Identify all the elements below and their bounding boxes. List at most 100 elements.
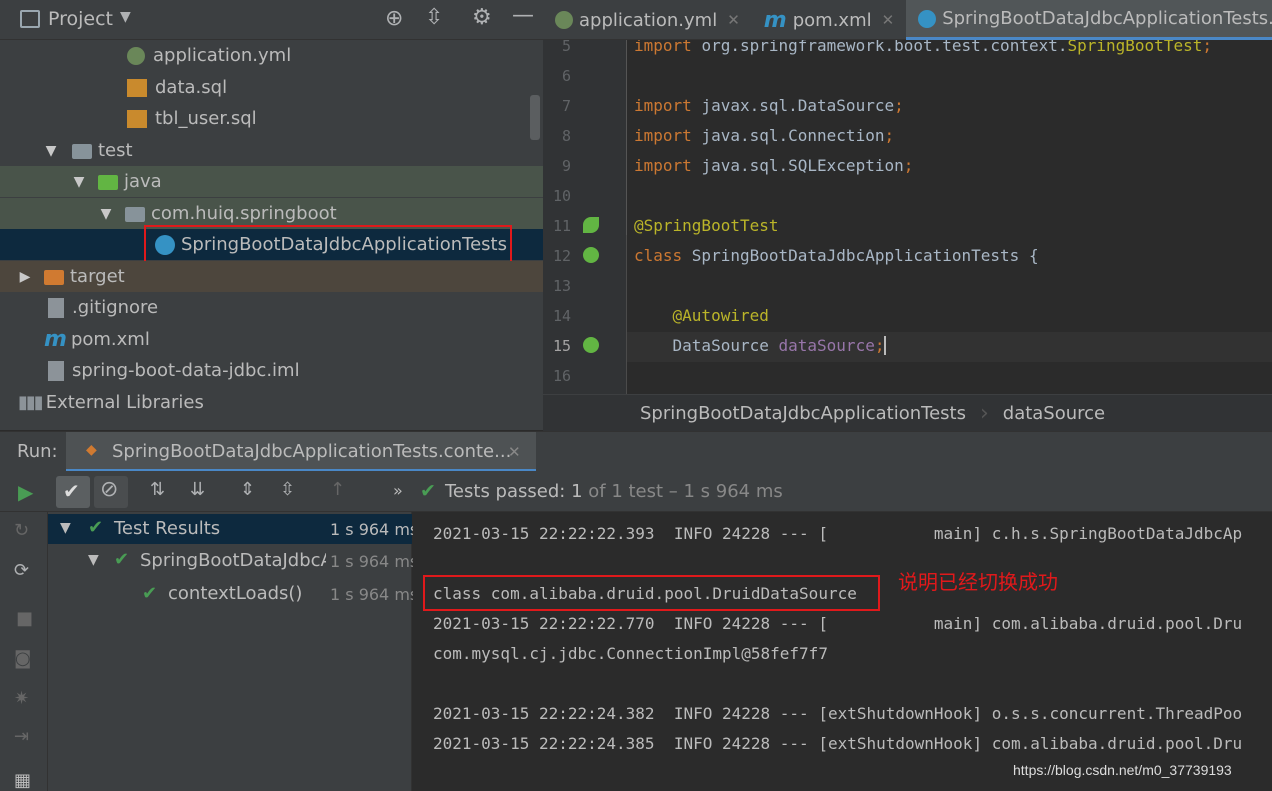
line-number: 13 xyxy=(552,277,571,295)
line-number: 5 xyxy=(561,40,571,55)
gear-icon[interactable]: ⚙ xyxy=(472,5,492,30)
tree-item-label: test xyxy=(98,140,133,161)
tree-item-external-libraries[interactable]: ▮▮▮ External Libraries xyxy=(0,387,543,418)
autowired-navigation-icon[interactable] xyxy=(583,337,599,353)
code-line: import java.sql.SQLException; xyxy=(634,156,914,175)
maven-icon: m xyxy=(44,327,67,352)
tree-item-application-yml[interactable]: application.yml xyxy=(0,40,543,71)
tree-item-target[interactable]: ▶ target xyxy=(0,261,543,292)
camera-icon[interactable]: ◙ xyxy=(14,648,31,669)
check-icon: ✔ xyxy=(63,479,80,503)
annotation-note: 说明已经切换成功 xyxy=(898,570,1058,594)
code-line: import javax.sql.DataSource; xyxy=(634,96,904,115)
run-config-icon: ◆ xyxy=(86,442,97,458)
test-duration: 1 s 964 ms xyxy=(330,585,419,604)
breadcrumb-item[interactable]: dataSource xyxy=(1003,403,1105,424)
expand-all-icon[interactable]: ⇕ xyxy=(240,479,255,500)
collapse-all-icon[interactable]: ⇳ xyxy=(425,5,443,30)
tree-item-label: pom.xml xyxy=(70,329,150,350)
run-test-icon[interactable] xyxy=(583,247,599,263)
tree-item-label: spring-boot-data-jdbc.iml xyxy=(72,360,300,381)
line-number: 15 xyxy=(552,337,571,355)
status-count: 1 xyxy=(571,481,583,502)
layout-icon[interactable]: ▦ xyxy=(14,770,31,791)
expand-arrow-icon[interactable]: ▼ xyxy=(42,143,60,159)
spring-bean-icon[interactable] xyxy=(583,217,599,233)
console-line: 2021-03-15 22:22:22.770 INFO 24228 --- [… xyxy=(433,614,1243,633)
sort-duration-icon[interactable]: ⇊ xyxy=(190,479,205,500)
project-panel: Project ▼ ⊕ ⇳ ⚙ — application.yml data.s… xyxy=(0,0,543,430)
tree-item-pom[interactable]: m pom.xml xyxy=(0,324,543,355)
close-icon[interactable]: ✕ xyxy=(727,11,740,29)
highlight-box xyxy=(144,225,512,265)
export-icon[interactable]: ⇥ xyxy=(14,726,29,747)
project-panel-title[interactable]: Project xyxy=(48,8,113,30)
maven-icon: m xyxy=(763,7,787,33)
play-icon[interactable]: ▶ xyxy=(18,480,33,504)
minimize-icon[interactable]: — xyxy=(512,3,534,28)
tree-item-label: .gitignore xyxy=(72,297,159,318)
project-panel-header: Project ▼ ⊕ ⇳ ⚙ — xyxy=(0,0,543,40)
close-icon[interactable]: ✕ xyxy=(882,11,895,29)
tree-item-java[interactable]: ▼ java xyxy=(0,166,543,197)
expand-arrow-icon[interactable]: ▼ xyxy=(70,174,88,190)
settings-icon[interactable]: ✷ xyxy=(14,688,29,709)
tab-test-class[interactable]: SpringBootDataJdbcApplicationTests.j xyxy=(906,0,1272,40)
check-icon: ✔ xyxy=(142,583,158,604)
highlight-box xyxy=(423,575,880,611)
collapse-all-icon[interactable]: ⇳ xyxy=(280,479,295,500)
rerun-failed-icon[interactable]: ↻ xyxy=(14,520,29,541)
tree-item-label: External Libraries xyxy=(45,392,204,413)
package-icon xyxy=(125,207,145,222)
console-line: 2021-03-15 22:22:24.385 INFO 24228 --- [… xyxy=(433,734,1243,753)
expand-arrow-icon[interactable]: ▼ xyxy=(60,520,71,536)
test-duration: 1 s 964 ms xyxy=(330,520,419,539)
tree-item-iml[interactable]: spring-boot-data-jdbc.iml xyxy=(0,355,543,386)
console-line: 2021-03-15 22:22:24.382 INFO 24228 --- [… xyxy=(433,704,1243,723)
line-number: 9 xyxy=(561,157,571,175)
tree-item-tbl-user-sql[interactable]: tbl_user.sql xyxy=(0,103,543,134)
check-icon: ✔ xyxy=(88,517,104,538)
status-passed-label: Tests passed: xyxy=(445,481,566,502)
file-icon xyxy=(48,297,64,318)
toggle-autotest-icon[interactable]: ⟳ xyxy=(14,560,29,581)
line-number: 14 xyxy=(552,307,571,325)
tree-item-label: application.yml xyxy=(153,45,292,66)
expand-arrow-icon[interactable]: ▼ xyxy=(97,206,115,222)
code-line: import org.springframework.boot.test.con… xyxy=(634,40,1212,55)
locate-icon[interactable]: ⊕ xyxy=(385,6,403,31)
chevron-down-icon[interactable]: ▼ xyxy=(120,9,131,25)
tree-item-test[interactable]: ▼ test xyxy=(0,135,543,166)
collapse-arrow-icon[interactable]: ▶ xyxy=(16,269,34,285)
console-output[interactable]: 2021-03-15 22:22:22.393 INFO 24228 --- [… xyxy=(413,512,1272,791)
tree-item-data-sql[interactable]: data.sql xyxy=(0,72,543,103)
tree-item-gitignore[interactable]: .gitignore xyxy=(0,292,543,323)
sort-alpha-icon[interactable]: ⇅ xyxy=(150,479,165,500)
test-node-label: Test Results xyxy=(114,518,221,539)
test-class-node[interactable]: SpringBootDataJdbcA xyxy=(140,550,326,574)
line-number: 7 xyxy=(561,97,571,115)
previous-failed-icon[interactable]: ↑ xyxy=(330,479,345,500)
scrollbar[interactable] xyxy=(530,95,540,140)
run-tab-label: SpringBootDataJdbcApplicationTests.conte… xyxy=(112,441,512,462)
folder-icon xyxy=(44,270,64,285)
indent-guide xyxy=(626,235,627,394)
test-node-label: SpringBootDataJdbcA xyxy=(140,550,326,571)
more-icon[interactable]: » xyxy=(393,481,403,500)
status-detail: of 1 test – 1 s 964 ms xyxy=(588,481,783,502)
yaml-file-icon xyxy=(555,11,573,29)
tab-pom-xml[interactable]: m pom.xml ✕ xyxy=(752,0,906,40)
code-editor[interactable]: 5 import org.springframework.boot.test.c… xyxy=(543,40,1272,394)
test-method-node[interactable]: contextLoads() xyxy=(168,583,302,604)
tree-item-label: java xyxy=(124,171,162,192)
stop-icon[interactable]: ■ xyxy=(16,608,33,629)
close-icon[interactable]: ✕ xyxy=(508,443,521,461)
check-icon: ✔ xyxy=(114,549,130,570)
library-icon: ▮▮▮ xyxy=(18,392,44,413)
expand-arrow-icon[interactable]: ▼ xyxy=(88,552,99,568)
tab-label: pom.xml xyxy=(792,9,872,31)
breadcrumb-item[interactable]: SpringBootDataJdbcApplicationTests xyxy=(640,403,966,424)
tab-application-yml[interactable]: application.yml ✕ xyxy=(543,0,752,40)
tree-item-label: com.huiq.springboot xyxy=(151,203,337,224)
editor-tabs: application.yml ✕ m pom.xml ✕ SpringBoot… xyxy=(543,0,1272,40)
